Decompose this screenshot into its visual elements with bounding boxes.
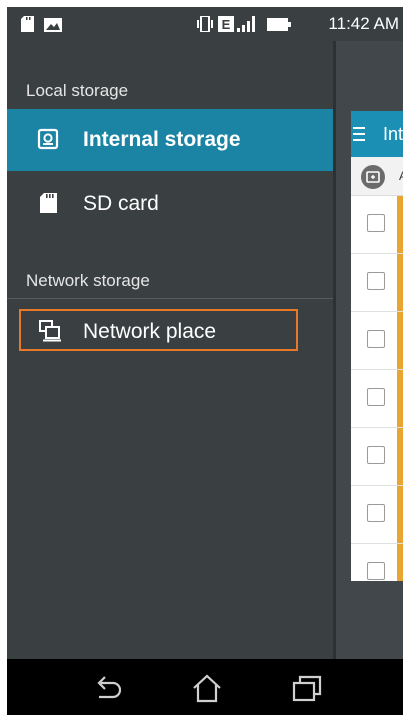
file-list-panel: Int A [351, 111, 403, 581]
row-checkbox[interactable] [367, 504, 385, 522]
row-checkbox[interactable] [367, 446, 385, 464]
home-icon[interactable] [190, 673, 224, 703]
drawer-item-sd-card[interactable]: SD card [7, 173, 333, 235]
row-checkbox[interactable] [367, 214, 385, 232]
drawer-edge [333, 41, 336, 667]
row-stripe [397, 254, 403, 311]
row-checkbox[interactable] [367, 330, 385, 348]
toolbar-title: Int [383, 124, 403, 144]
path-text: A [399, 169, 403, 183]
battery-icon [267, 18, 291, 31]
signal-icon [237, 16, 255, 32]
status-time: 11:42 AM [328, 14, 399, 33]
file-row[interactable] [351, 544, 403, 581]
navigation-bar [7, 659, 403, 715]
screen: E 11:42 AM Int Local storage Internal st… [7, 7, 403, 715]
folder-path-icon[interactable] [361, 165, 385, 189]
vibrate-icon [197, 16, 213, 32]
content-toolbar: Int [351, 111, 403, 157]
drawer-item-label: Network place [83, 320, 217, 343]
row-stripe [397, 196, 403, 253]
row-stripe [397, 428, 403, 485]
row-stripe [397, 486, 403, 543]
file-row[interactable] [351, 196, 403, 254]
file-row[interactable] [351, 486, 403, 544]
file-row[interactable] [351, 428, 403, 486]
status-bar: E 11:42 AM [7, 7, 403, 41]
divider [7, 298, 333, 299]
row-stripe [397, 544, 403, 581]
drawer-item-internal-storage[interactable]: Internal storage [7, 109, 333, 171]
network-e-icon: E [218, 16, 234, 32]
drawer-item-label: SD card [83, 192, 159, 215]
path-row: A [351, 157, 403, 196]
row-checkbox[interactable] [367, 562, 385, 580]
row-stripe [397, 312, 403, 369]
row-stripe [397, 370, 403, 427]
image-icon [44, 18, 62, 32]
row-checkbox[interactable] [367, 388, 385, 406]
sd-card-icon [21, 16, 34, 32]
recents-icon[interactable] [290, 673, 324, 703]
menu-icon[interactable] [353, 127, 365, 141]
navigation-drawer: Local storage Internal storage SD card N… [7, 41, 333, 667]
drawer-item-network-place[interactable]: Network place [19, 309, 298, 351]
file-row[interactable] [351, 370, 403, 428]
sd-card-icon [40, 193, 57, 213]
back-icon[interactable] [91, 673, 125, 703]
section-header-local-storage: Local storage [26, 81, 129, 100]
file-row[interactable] [351, 312, 403, 370]
internal-storage-icon [37, 128, 59, 150]
network-place-icon [39, 320, 61, 342]
drawer-item-label: Internal storage [83, 128, 241, 151]
svg-text:E: E [222, 17, 231, 32]
file-row[interactable] [351, 254, 403, 312]
section-header-network-storage: Network storage [26, 271, 150, 290]
row-checkbox[interactable] [367, 272, 385, 290]
